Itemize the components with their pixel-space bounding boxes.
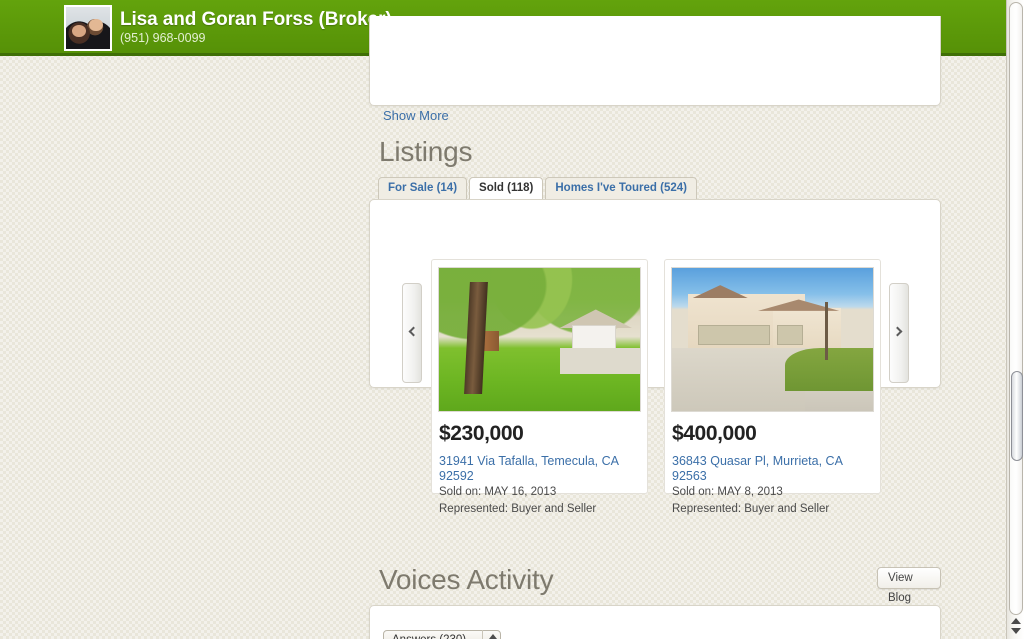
photo-lawn xyxy=(784,348,873,391)
listing-price: $400,000 xyxy=(672,422,757,445)
tab-for-sale[interactable]: For Sale (14) xyxy=(378,177,468,199)
photo-garage-single xyxy=(776,325,803,346)
page-title-listings: Listings xyxy=(379,136,473,167)
avatar-face-left xyxy=(71,24,86,38)
stepper-up-arrow xyxy=(489,634,497,639)
show-more-link[interactable]: Show More xyxy=(383,108,449,123)
photo-driveway xyxy=(559,348,640,374)
listing-price: $230,000 xyxy=(439,422,524,445)
chevron-right-icon xyxy=(892,326,903,337)
chevron-left-icon xyxy=(408,326,419,337)
voices-filter-value: Answers (230) xyxy=(392,634,466,639)
agent-phone: (951) 968-0099 xyxy=(120,31,206,45)
listings-panel: $230,000 31941 Via Tafalla, Temecula, CA… xyxy=(369,199,941,515)
about-card xyxy=(369,16,941,106)
photo-tree-trunk xyxy=(464,282,489,394)
scroll-up-arrow-icon[interactable] xyxy=(1011,618,1021,624)
house-exterior-photo-icon xyxy=(672,268,873,411)
scrollbar-thumb[interactable] xyxy=(1011,371,1023,461)
tab-homes-ive-toured[interactable]: Homes I've Toured (524) xyxy=(545,177,697,199)
carousel-next-button[interactable] xyxy=(889,283,909,383)
scroll-down-arrow-icon[interactable] xyxy=(1011,628,1021,634)
listing-address-link[interactable]: 36843 Quasar Pl, Murrieta, CA 92563 xyxy=(672,454,870,484)
listing-sold-date: Sold on: MAY 8, 2013 xyxy=(672,486,783,498)
listing-represented: Represented: Buyer and Seller xyxy=(439,503,597,515)
photo-garage xyxy=(571,325,616,350)
listings-tabs: For Sale (14) Sold (118) Homes I've Tour… xyxy=(378,177,699,199)
page-viewport: Lisa and Goran Forss (Broker) (951) 968-… xyxy=(0,0,1006,639)
view-blog-button[interactable]: View Blog xyxy=(877,567,941,604)
listing-photo[interactable] xyxy=(671,267,874,412)
tab-sold[interactable]: Sold (118) xyxy=(469,177,544,199)
carousel-prev-button[interactable] xyxy=(402,283,422,383)
listing-represented: Represented: Buyer and Seller xyxy=(672,503,830,515)
scrollbar-track[interactable] xyxy=(1009,2,1023,615)
house-exterior-photo-icon xyxy=(439,268,640,411)
avatar-face-right xyxy=(88,18,103,32)
photo-garage-double xyxy=(698,325,771,346)
avatar[interactable] xyxy=(64,5,112,51)
browser-scrollbar[interactable] xyxy=(1006,0,1024,639)
listing-address-link[interactable]: 31941 Via Tafalla, Temecula, CA 92592 xyxy=(439,454,637,484)
stepper-arrows-icon[interactable] xyxy=(482,630,500,639)
listing-sold-date: Sold on: MAY 16, 2013 xyxy=(439,486,557,498)
voices-filter-select[interactable]: Answers (230) xyxy=(383,630,501,639)
page-title-voices-activity: Voices Activity xyxy=(379,564,554,595)
agent-name: Lisa and Goran Forss (Broker) xyxy=(120,9,392,30)
listing-photo[interactable] xyxy=(438,267,641,412)
photo-tree xyxy=(824,302,828,360)
